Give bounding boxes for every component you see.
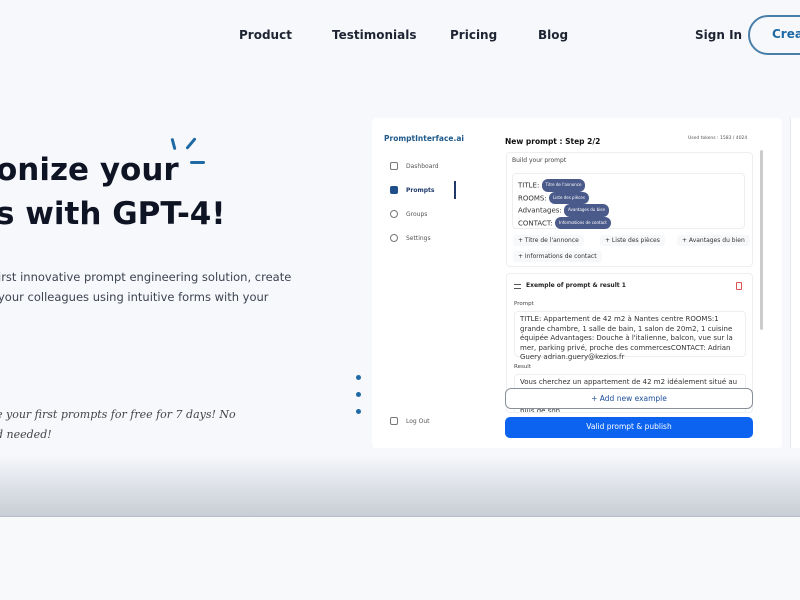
logout-label: Log Out [406,417,430,425]
hero-subtitle-line2: your colleagues using intuitive forms wi… [0,290,269,304]
token-usage: Used tokens : 1583 / 4024 [688,136,748,141]
build-label: Build your prompt [512,157,567,164]
field-line: CONTACT: Informations de contact [518,216,739,229]
carousel-dot[interactable] [356,392,361,397]
add-example-button[interactable]: + Add new example [505,388,753,409]
variable-chip[interactable]: Avantages du bien [564,204,610,217]
example-title: Exemple of prompt & result 1 [526,282,626,289]
hero-title-line1: onize your [0,152,179,188]
variable-chip[interactable]: Informations de contact [555,216,611,229]
build-prompt-card: Build your prompt TITLE: Titre de l'anno… [506,152,753,267]
sidebar-label: Groups [406,210,428,218]
field-line: Advantages: Avantages du bien [518,204,739,217]
sidebar-item-groups[interactable]: Groups [390,210,427,218]
sidebar-item-dashboard[interactable]: Dashboard [390,162,439,170]
add-variable-tag[interactable]: + Informations de contact [513,251,602,262]
nav-product[interactable]: Product [239,28,292,42]
publish-button[interactable]: Valid prompt & publish [505,417,753,438]
app-logo: PromptInterface.ai [384,134,464,143]
sparkle-icon [190,161,205,164]
sidebar-item-prompts[interactable]: Prompts [390,186,434,194]
dashboard-icon [390,162,398,170]
hero-note-line2: d needed! [0,428,52,441]
field-line: TITLE: Titre de l'annonce [518,179,739,192]
trash-icon[interactable] [736,282,742,290]
create-account-button[interactable]: Creat [748,15,800,55]
carousel-dot[interactable] [356,409,361,414]
gear-icon [390,234,398,242]
users-icon [390,210,398,218]
prompt-textarea[interactable]: TITLE: Appartement de 42 m2 à Nantes cen… [514,311,746,361]
nav-testimonials[interactable]: Testimonials [332,28,416,42]
folder-icon [390,186,398,194]
add-variable-tag[interactable]: + Liste des pièces [600,235,665,246]
sidebar-label: Dashboard [406,162,439,170]
drag-handle-icon[interactable] [514,284,521,289]
app-preview: PromptInterface.ai Dashboard Prompts Gro… [372,118,782,448]
variable-chip[interactable]: Liste des pièces [548,191,589,204]
sparkle-icon [185,137,197,150]
variable-chip[interactable]: Titre de l'annonce [541,179,586,192]
section-divider [0,455,800,517]
sign-in-link[interactable]: Sign In [695,28,742,42]
step-title: New prompt : Step 2/2 [505,137,601,146]
logout-button[interactable]: Log Out [390,417,430,425]
side-panel [790,118,800,448]
next-section [0,517,800,600]
logout-icon [390,417,398,425]
sidebar-item-settings[interactable]: Settings [390,234,431,242]
nav-blog[interactable]: Blog [538,28,568,42]
active-indicator [454,181,456,199]
add-variable-tag[interactable]: + Avantages du bien [677,235,750,246]
result-label: Result [514,364,531,370]
hero-note-line1: e your first prompts for free for 7 days… [0,408,236,421]
hero-subtitle-line1: irst innovative prompt engineering solut… [0,270,292,284]
field-line: ROOMS: Liste des pièces [518,191,739,204]
carousel-dot[interactable] [356,375,361,380]
nav-pricing[interactable]: Pricing [450,28,497,42]
add-variable-tag[interactable]: + Titre de l'annonce [513,235,584,246]
sidebar-label: Settings [406,234,431,242]
scrollbar[interactable] [760,150,763,330]
hero-title-line2: s with GPT-4! [0,196,226,232]
sparkle-icon [170,137,177,151]
prompt-builder-input[interactable]: TITLE: Titre de l'annonce ROOMS: Liste d… [512,173,745,229]
sidebar-label: Prompts [406,186,435,194]
prompt-label: Prompt [514,301,534,307]
